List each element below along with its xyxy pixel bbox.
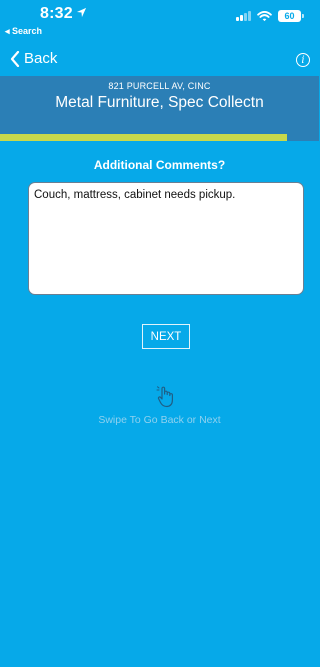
- info-icon[interactable]: i: [296, 53, 310, 67]
- chevron-left-icon: [10, 50, 20, 67]
- back-button[interactable]: Back: [10, 50, 57, 67]
- header-band: 821 PURCELL AV, CINC Metal Furniture, Sp…: [0, 76, 319, 134]
- next-button[interactable]: NEXT: [142, 324, 190, 349]
- signal-icon: [236, 11, 251, 21]
- status-time-text: 8:32: [40, 5, 73, 22]
- status-time: 8:32: [40, 5, 87, 23]
- hand-swipe-icon: [156, 386, 173, 408]
- comments-prompt: Additional Comments?: [93, 158, 226, 172]
- battery-level: 60: [284, 11, 295, 21]
- nav-bar: Back i: [0, 44, 319, 76]
- info-glyph: i: [301, 54, 305, 66]
- progress-bar: [0, 134, 319, 141]
- swipe-hint: Swipe To Go Back or Next: [98, 414, 221, 426]
- status-indicators: 60: [236, 10, 304, 22]
- comments-textarea[interactable]: [28, 182, 304, 295]
- progress-fill: [0, 134, 288, 141]
- back-to-search-link[interactable]: ◂ Search: [5, 26, 42, 37]
- status-bar: 8:32 ◂ Search 60: [0, 0, 319, 40]
- battery-icon: 60: [278, 10, 304, 22]
- service-address: 821 PURCELL AV, CINC: [108, 81, 211, 91]
- wifi-icon: [257, 10, 272, 21]
- back-button-label: Back: [24, 50, 58, 67]
- location-arrow-icon: [76, 5, 87, 23]
- service-title: Metal Furniture, Spec Collectn: [55, 94, 264, 111]
